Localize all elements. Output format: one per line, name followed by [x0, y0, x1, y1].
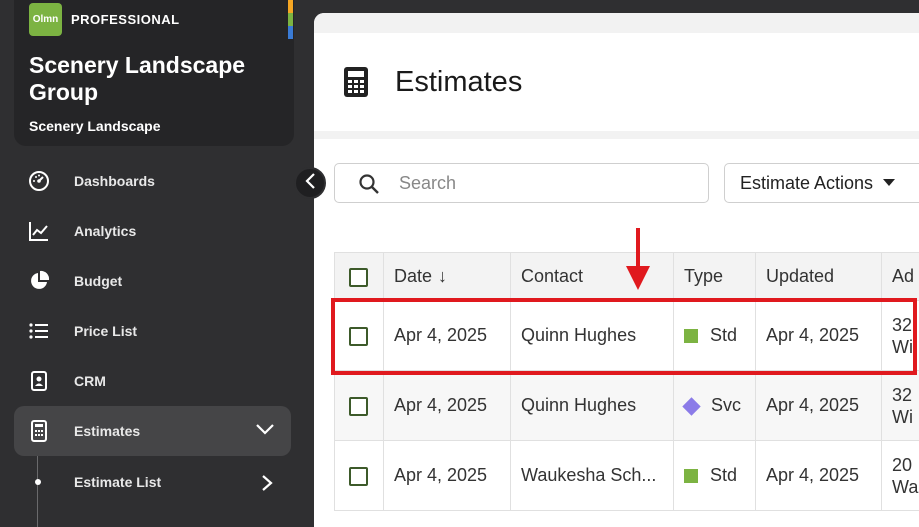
address-line-1: 20 [892, 454, 913, 475]
column-label: Type [684, 266, 724, 286]
row-select-cell [334, 370, 384, 441]
address-line-2: Wi [892, 406, 913, 427]
org-name: Scenery Landscape Group [29, 52, 246, 105]
cell-address: 32 Wi [881, 300, 919, 371]
app-logo: Olmn [29, 3, 62, 36]
service-type-icon [682, 397, 701, 416]
type-label: Std [710, 325, 738, 345]
color-strip [288, 0, 293, 40]
sidebar-item-label: Budget [74, 273, 123, 289]
cell-updated: Apr 4, 2025 [755, 440, 882, 511]
org-subtitle: Scenery Landscape [29, 118, 161, 134]
table-row[interactable]: Apr 4, 2025 Quinn Hughes Svc Apr 4, 2025… [334, 370, 919, 441]
cell-date: Apr 4, 2025 [383, 300, 511, 371]
cell-updated: Apr 4, 2025 [755, 370, 882, 441]
row-checkbox[interactable] [349, 466, 368, 486]
sidebar-item-label: CRM [74, 373, 106, 389]
type-label: Std [710, 465, 738, 485]
column-label: Updated [766, 266, 835, 286]
bullet-icon [35, 479, 41, 485]
top-strip [314, 13, 919, 33]
sidebar-item-label: Estimates [74, 423, 141, 439]
select-all-checkbox[interactable] [349, 267, 368, 287]
cell-type: Std [673, 440, 756, 511]
search-input[interactable] [399, 172, 689, 194]
address-line-2: Wi [892, 336, 913, 357]
type-label: Svc [711, 395, 742, 415]
chevron-down-icon[interactable] [255, 422, 275, 441]
row-checkbox[interactable] [349, 326, 368, 346]
cell-type: Std [673, 300, 756, 371]
cell-updated: Apr 4, 2025 [755, 300, 882, 371]
column-header-address[interactable]: Ad [881, 252, 919, 301]
sort-down-icon: ↓ [438, 266, 448, 286]
estimate-actions-label: Estimate Actions [740, 172, 874, 193]
sidebar: Olmn PROFESSIONAL Scenery Landscape Grou… [0, 0, 300, 527]
collapse-sidebar-button[interactable] [294, 167, 326, 199]
content-area: Estimate Actions Date↓ Contact Type Upda… [314, 139, 919, 527]
select-all-cell [334, 252, 384, 301]
cell-contact: Quinn Hughes [510, 370, 674, 441]
sidebar-item-price-list[interactable]: Price List [14, 306, 291, 356]
estimate-actions-dropdown[interactable]: Estimate Actions [724, 163, 919, 203]
sidebar-item-crm[interactable]: CRM [14, 356, 291, 406]
calculator-icon [344, 67, 368, 102]
column-label: Date [394, 266, 433, 286]
line-chart-icon [28, 220, 50, 242]
cell-address: 20 Wa [881, 440, 919, 511]
row-checkbox[interactable] [349, 396, 368, 416]
column-header-updated[interactable]: Updated [755, 252, 882, 301]
column-label: Contact [521, 266, 584, 286]
cell-contact: Quinn Hughes [510, 300, 674, 371]
row-select-cell [334, 440, 384, 511]
address-line-1: 32 [892, 314, 913, 335]
search-box[interactable] [334, 163, 709, 203]
sidebar-subitem-estimate-list[interactable]: Estimate List [14, 462, 291, 502]
caret-down-icon [883, 174, 896, 192]
page-title: Estimates [395, 66, 523, 98]
address-line-1: 32 [892, 384, 913, 405]
sidebar-item-label: Dashboards [74, 173, 155, 189]
sidebar-item-budget[interactable]: Budget [14, 256, 291, 306]
standard-type-icon [684, 329, 698, 344]
cell-date: Apr 4, 2025 [383, 370, 511, 441]
sidebar-subitem-label: Estimate List [74, 474, 162, 490]
main-panel: Estimates Estimate Actions Date↓ Conta [314, 13, 919, 527]
page-header: Estimates [314, 33, 919, 131]
search-icon [359, 174, 379, 199]
chevron-left-icon [304, 172, 316, 195]
sidebar-item-dashboards[interactable]: Dashboards [14, 156, 291, 206]
pie-chart-icon [28, 270, 50, 292]
sidebar-item-label: Price List [74, 323, 138, 339]
cell-date: Apr 4, 2025 [383, 440, 511, 511]
sidebar-item-label: Analytics [74, 223, 137, 239]
org-card[interactable]: Olmn PROFESSIONAL Scenery Landscape Grou… [14, 0, 294, 146]
address-line-2: Wa [892, 476, 919, 497]
table-row[interactable]: Apr 4, 2025 Quinn Hughes Std Apr 4, 2025… [334, 300, 919, 371]
contact-card-icon [28, 370, 50, 392]
sidebar-item-analytics[interactable]: Analytics [14, 206, 291, 256]
cell-address: 32 Wi [881, 370, 919, 441]
list-icon [28, 320, 50, 342]
sidebar-item-estimates[interactable]: Estimates [14, 406, 291, 456]
column-header-type[interactable]: Type [673, 252, 756, 301]
cell-type: Svc [673, 370, 756, 441]
table-row[interactable]: Apr 4, 2025 Waukesha Sch... Std Apr 4, 2… [334, 440, 919, 511]
plan-label: PROFESSIONAL [71, 12, 180, 27]
column-label: Ad [892, 266, 915, 286]
standard-type-icon [684, 469, 698, 484]
cell-contact: Waukesha Sch... [510, 440, 674, 511]
arrow-down-icon [624, 228, 652, 295]
chevron-right-icon [261, 474, 273, 497]
row-select-cell [334, 300, 384, 371]
calculator-icon [28, 420, 50, 442]
column-header-date[interactable]: Date ↓ [383, 252, 511, 301]
gauge-icon [28, 170, 50, 192]
